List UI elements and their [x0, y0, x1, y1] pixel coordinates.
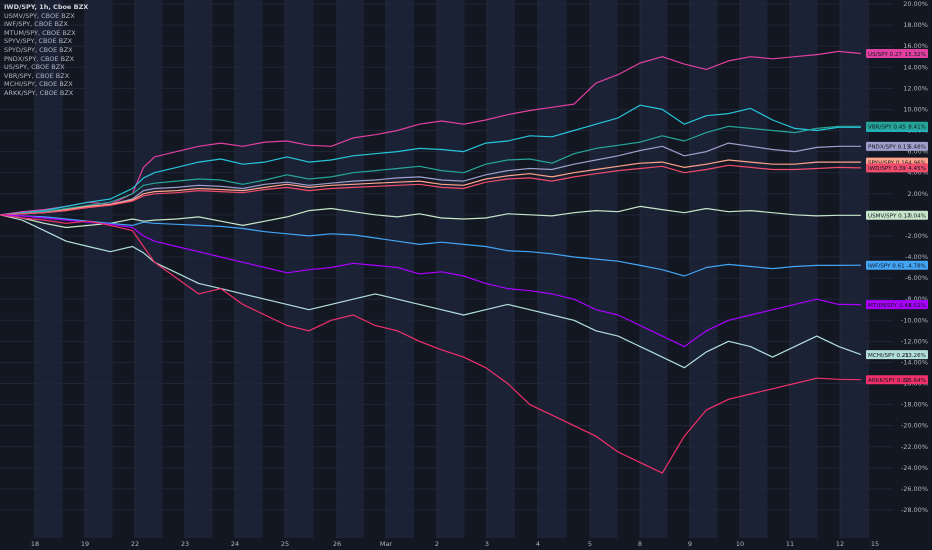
legend-item[interactable]: IWF/SPY, CBOE BZX [4, 20, 88, 29]
legend-item[interactable]: MTUM/SPY, CBOE BZX [4, 29, 88, 38]
y-tick-label: 2.00% [907, 190, 928, 198]
y-tick-label: -14.00% [901, 358, 928, 366]
x-tick-label: 22 [131, 540, 139, 548]
series-badge-value: 4.45% [908, 166, 926, 172]
legend-item[interactable]: SPYV/SPY, CBOE BZX [4, 37, 88, 46]
y-tick-label: -28.00% [901, 506, 928, 514]
y-tick-label: -4.00% [905, 253, 928, 261]
legend-item[interactable]: MCHI/SPY, CBOE BZX [4, 80, 88, 89]
session-band [337, 0, 364, 538]
y-tick-label: -20.00% [901, 422, 928, 430]
session-band [235, 0, 263, 538]
session-band [85, 0, 113, 538]
x-tick-label: 11 [786, 540, 794, 548]
series-badge-value: -15.64% [903, 378, 926, 384]
series-badge-value: -0.04% [906, 214, 926, 220]
x-tick-label: 12 [836, 540, 844, 548]
legend-item[interactable]: IWD/SPY, 1h, Cboe BZX [4, 3, 88, 12]
x-tick-label: 5 [588, 540, 592, 548]
legend: IWD/SPY, 1h, Cboe BZX USMV/SPY, CBOE BZX I… [4, 3, 88, 98]
series-line[interactable] [0, 142, 861, 216]
session-band [285, 0, 314, 538]
x-tick-label: 2 [435, 540, 439, 548]
y-tick-label: 18.00% [903, 21, 928, 29]
series-badge-value: -8.52% [906, 303, 926, 309]
y-tick-label: -26.00% [901, 485, 928, 493]
x-tick-label: Mar [380, 540, 393, 548]
series-badge-label: USMV/SPY 0.17 [868, 214, 911, 220]
y-tick-label: -2.00% [905, 232, 928, 240]
series-line[interactable] [0, 214, 861, 277]
x-tick-label: 10 [736, 540, 744, 548]
y-tick-label: -24.00% [901, 464, 928, 472]
session-band [790, 0, 818, 538]
series-line[interactable] [0, 214, 861, 474]
session-band [135, 0, 163, 538]
x-tick-label: 19 [81, 540, 89, 548]
series-line[interactable] [0, 214, 862, 369]
session-band [640, 0, 668, 538]
legend-item[interactable]: SPYD/SPY, CBOE BZX [4, 46, 88, 55]
session-band [437, 0, 465, 538]
series-badge-value: 8.41% [908, 125, 926, 131]
x-tick-label: 4 [536, 540, 540, 548]
y-tick-label: 20.00% [903, 0, 928, 8]
series-badge-value: 15.32% [905, 52, 926, 58]
x-tick-label: 8 [638, 540, 642, 548]
y-tick-label: 14.00% [903, 63, 928, 71]
x-tick-label: 3 [485, 540, 489, 548]
comparison-chart[interactable]: 20.00%18.00%16.00%14.00%12.00%10.00%8.00… [0, 0, 932, 550]
session-band [185, 0, 213, 538]
x-tick-label: 18 [31, 540, 39, 548]
y-tick-label: 10.00% [903, 105, 928, 113]
session-band [740, 0, 768, 538]
y-tick-label: -18.00% [901, 401, 928, 409]
x-tick-label: 25 [281, 540, 289, 548]
y-tick-label: -22.00% [901, 443, 928, 451]
session-band [840, 0, 870, 538]
series-line[interactable] [0, 214, 861, 348]
legend-item[interactable]: PNDX/SPY, CBOE BZX [4, 55, 88, 64]
series-badge-label: IWD/SPY 0.39 [868, 166, 906, 172]
y-tick-label: -12.00% [901, 337, 928, 345]
x-tick-label: 9 [688, 540, 692, 548]
session-band [487, 0, 516, 538]
legend-item[interactable]: US/SPY, CBOE BZX [4, 63, 88, 72]
series-badge-value: 6.48% [908, 145, 926, 151]
series-line[interactable] [0, 205, 861, 229]
y-tick-label: -6.00% [905, 274, 928, 282]
series-badge-label: US/SPY 0.27 [868, 52, 902, 58]
x-tick-label: 24 [231, 540, 239, 548]
y-tick-label: -10.00% [901, 316, 928, 324]
session-band [538, 0, 567, 538]
series-badge-label: VBR/SPY 0.45 [868, 125, 906, 131]
chart-app: 20.00%18.00%16.00%14.00%12.00%10.00%8.00… [0, 0, 932, 550]
x-tick-label: 15 [871, 540, 879, 548]
x-tick-label: 26 [333, 540, 341, 548]
legend-item[interactable]: ARKK/SPY, CBOE BZX [4, 89, 88, 98]
series-badge-value: -4.78% [906, 264, 926, 270]
legend-item[interactable]: USMV/SPY, CBOE BZX [4, 12, 88, 21]
series-badge-label: PNDX/SPY 0.13 [868, 145, 910, 151]
y-tick-label: 16.00% [903, 42, 928, 50]
y-tick-label: 12.00% [903, 84, 928, 92]
session-band [386, 0, 415, 538]
x-tick-label: 23 [181, 540, 189, 548]
series-badge-label: IWF/SPY 0.61 [868, 264, 905, 270]
series-badge-value: -13.26% [903, 353, 926, 359]
legend-item[interactable]: VBR/SPY, CBOE BZX [4, 72, 88, 81]
